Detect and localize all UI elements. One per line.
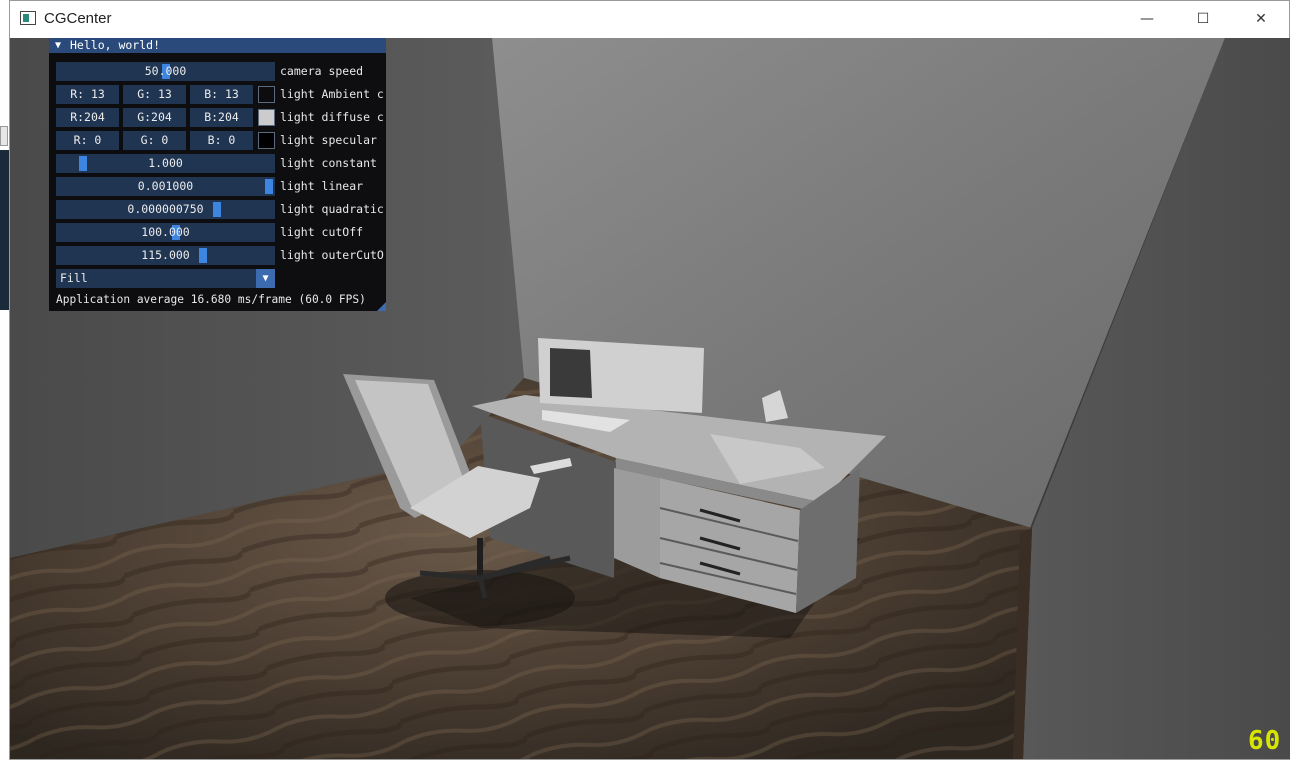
slider-value: 50.000	[144, 64, 187, 78]
light-linear-slider[interactable]: 0.001000	[56, 177, 275, 196]
close-button[interactable]: ✕	[1238, 1, 1284, 37]
ambient-g-field[interactable]: G: 13	[123, 85, 186, 104]
slider-value: 0.001000	[137, 179, 194, 193]
desktop-window-edge-dark	[0, 150, 9, 310]
specular-g-field[interactable]: G: 0	[123, 131, 186, 150]
camera-speed-slider[interactable]: 50.000	[56, 62, 275, 81]
desktop-background-right	[1290, 0, 1298, 766]
slider-label: camera speed	[280, 64, 364, 78]
color-label: light specular	[280, 133, 377, 147]
collapse-arrow-icon[interactable]: ▼	[55, 38, 61, 53]
imgui-panel: ▼ Hello, world! 50.000 camera speed R: 1…	[49, 38, 386, 311]
title-bar[interactable]: CGCenter — ☐ ✕	[10, 1, 1289, 38]
app-icon	[20, 11, 36, 25]
light-constant-slider[interactable]: 1.000	[56, 154, 275, 173]
diffuse-b-field[interactable]: B:204	[190, 108, 253, 127]
slider-label: light quadratic	[280, 202, 384, 216]
desktop-window-edge	[0, 126, 8, 146]
slider-value: 115.000	[141, 248, 190, 262]
specular-b-field[interactable]: B: 0	[190, 131, 253, 150]
imgui-title: Hello, world!	[70, 38, 161, 52]
slider-value: 100.000	[141, 225, 190, 239]
slider-label: light cutOff	[280, 225, 364, 239]
color-label: light Ambient c	[280, 87, 384, 101]
color-label: light diffuse c	[280, 110, 384, 124]
polygon-mode-combo[interactable]: Fill ▼	[56, 269, 275, 288]
slider-label: light linear	[280, 179, 364, 193]
3d-viewport[interactable]: ▼ Hello, world! 50.000 camera speed R: 1…	[10, 38, 1290, 759]
slider-value: 0.000000750	[127, 202, 204, 216]
imgui-title-bar[interactable]: ▼ Hello, world!	[49, 38, 386, 53]
ambient-b-field[interactable]: B: 13	[190, 85, 253, 104]
window-title: CGCenter	[44, 10, 112, 27]
fps-counter: 60	[1248, 726, 1282, 756]
ambient-r-field[interactable]: R: 13	[56, 85, 119, 104]
slider-value: 1.000	[148, 156, 183, 170]
diffuse-r-field[interactable]: R:204	[56, 108, 119, 127]
light-quadratic-slider[interactable]: 0.000000750	[56, 200, 275, 219]
resize-grip-icon[interactable]	[377, 302, 386, 311]
ambient-color-swatch[interactable]	[258, 86, 275, 103]
minimize-button[interactable]: —	[1124, 1, 1170, 37]
specular-r-field[interactable]: R: 0	[56, 131, 119, 150]
diffuse-g-field[interactable]: G:204	[123, 108, 186, 127]
slider-label: light constant	[280, 156, 377, 170]
light-cutoff-slider[interactable]: 100.000	[56, 223, 275, 242]
combo-arrow-icon[interactable]: ▼	[256, 269, 275, 288]
combo-value: Fill	[60, 271, 88, 285]
maximize-button[interactable]: ☐	[1180, 1, 1226, 37]
slider-label: light outerCutO	[280, 248, 384, 262]
app-window: CGCenter — ☐ ✕ ▼ Hello, world! 50.000 ca…	[9, 0, 1290, 760]
diffuse-color-swatch[interactable]	[258, 109, 275, 126]
specular-color-swatch[interactable]	[258, 132, 275, 149]
frame-stats-text: Application average 16.680 ms/frame (60.…	[56, 293, 366, 306]
light-outer-cutoff-slider[interactable]: 115.000	[56, 246, 275, 265]
